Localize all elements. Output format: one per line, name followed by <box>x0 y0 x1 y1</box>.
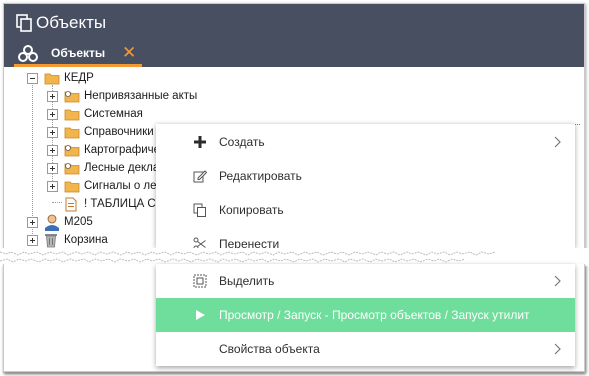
expand-toggle[interactable] <box>27 235 38 246</box>
menu-item-edit[interactable]: Редактировать <box>156 159 575 193</box>
window-copy-icon <box>16 14 32 32</box>
folder-link-icon <box>64 163 80 175</box>
tree-node[interactable]: Непривязанные акты <box>4 88 304 106</box>
tree-node-label: Лесные декла <box>84 162 160 174</box>
expand-toggle[interactable] <box>47 181 58 192</box>
tree-node-label: ! ТАБЛИЦА СИ <box>84 198 165 210</box>
menu-item-label: Выделить <box>219 274 275 288</box>
plus-icon <box>194 136 206 148</box>
select-icon <box>193 274 207 288</box>
menu-item-label: Копировать <box>219 203 284 217</box>
folder-icon <box>64 181 80 193</box>
expand-toggle[interactable] <box>47 91 58 102</box>
play-icon <box>196 310 205 320</box>
chevron-right-icon <box>554 275 561 287</box>
tab-bar: Объекты ✕ <box>4 42 584 67</box>
tree-node-label: Справочники <box>84 126 154 138</box>
tree-node-root[interactable]: КЕДР <box>4 70 304 88</box>
window-title: Объекты <box>36 13 107 32</box>
menu-item-create[interactable]: Создать <box>156 125 575 159</box>
tree-node-label: Системная <box>84 108 143 120</box>
tree-node-label: Непривязанные акты <box>84 90 198 102</box>
expand-toggle[interactable] <box>47 109 58 120</box>
user-icon <box>45 214 59 231</box>
tree-node[interactable]: Системная <box>4 106 304 124</box>
chevron-right-icon <box>554 343 561 355</box>
menu-item-select[interactable]: Выделить <box>156 264 575 298</box>
collapse-toggle[interactable] <box>27 73 38 84</box>
expand-toggle[interactable] <box>47 145 58 156</box>
expand-toggle[interactable] <box>47 127 58 138</box>
folder-link-icon <box>64 91 80 103</box>
expand-toggle[interactable] <box>27 217 38 228</box>
tab-label: Объекты <box>51 46 106 60</box>
tree-node-label: Корзина <box>64 234 108 246</box>
tree-node-label: Картографиче <box>84 144 161 156</box>
menu-item-properties[interactable]: Свойства объекта <box>156 332 575 366</box>
menu-item-label: Свойства объекта <box>219 342 320 356</box>
folder-icon <box>64 109 80 121</box>
folder-icon <box>44 73 60 85</box>
menu-item-label: Создать <box>219 135 265 149</box>
trash-icon <box>45 234 57 248</box>
edit-icon <box>193 170 207 183</box>
objects-cluster-icon <box>18 45 38 62</box>
menu-item-copy[interactable]: Копировать <box>156 193 575 227</box>
menu-item-label: Просмотр / Запуск - Просмотр объектов / … <box>219 308 530 322</box>
expand-toggle[interactable] <box>47 163 58 174</box>
menu-item-view-launch[interactable]: Просмотр / Запуск - Просмотр объектов / … <box>156 298 575 332</box>
document-icon <box>65 197 77 212</box>
tab-objects[interactable]: Объекты ✕ <box>14 42 142 67</box>
folder-link-icon <box>64 145 80 157</box>
folder-icon <box>64 127 80 139</box>
copy-icon <box>193 203 206 217</box>
context-menu: Создать Редактировать Копировать Перенес… <box>156 124 575 251</box>
tree-node-label: М205 <box>64 216 93 228</box>
context-menu-lower: Выделить Просмотр / Запуск - Просмотр об… <box>156 264 575 366</box>
menu-item-label: Редактировать <box>219 169 302 183</box>
title-bar: Объекты <box>4 4 584 42</box>
tree-node-label: Сигналы о лес <box>84 180 163 192</box>
chevron-right-icon <box>554 136 561 148</box>
close-icon[interactable]: ✕ <box>122 42 136 64</box>
tree-node-label: КЕДР <box>64 72 94 84</box>
